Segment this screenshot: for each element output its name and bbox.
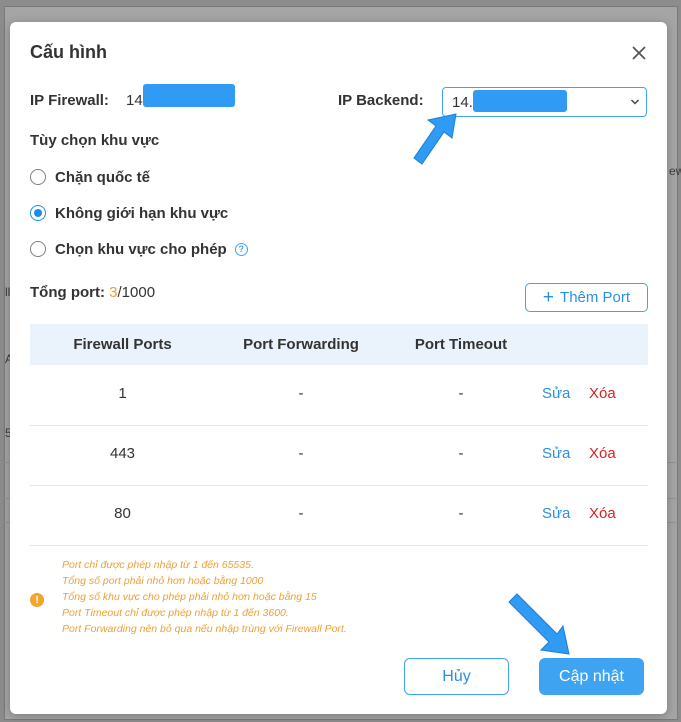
total-port-current: 3 bbox=[109, 284, 118, 301]
edit-link[interactable]: Sửa bbox=[542, 385, 570, 402]
background-text: ew bbox=[669, 164, 681, 178]
delete-link[interactable]: Xóa bbox=[589, 385, 616, 402]
pointer-arrow-icon bbox=[508, 593, 570, 655]
cell-port-forwarding: - bbox=[298, 445, 304, 462]
table-row: 1 - - Sửa Xóa bbox=[30, 365, 648, 426]
ip-backend-value: 14. bbox=[452, 94, 473, 111]
ip-backend-select[interactable]: 14. bbox=[442, 87, 647, 117]
cell-port-timeout: - bbox=[458, 385, 464, 402]
cell-port-forwarding: - bbox=[298, 505, 304, 522]
radio-button[interactable] bbox=[30, 169, 46, 185]
update-button[interactable]: Cập nhật bbox=[539, 658, 644, 695]
modal-title: Cấu hình bbox=[30, 42, 107, 62]
radio-label: Không giới hạn khu vực bbox=[55, 204, 229, 222]
table-row: 443 - - Sửa Xóa bbox=[30, 425, 648, 486]
cell-port-forwarding: - bbox=[298, 385, 304, 402]
cell-port-timeout: - bbox=[458, 445, 464, 462]
radio-label: Chọn khu vực cho phép bbox=[55, 240, 227, 258]
radio-choose-allowed-region[interactable]: Chọn khu vực cho phép ? bbox=[30, 238, 248, 260]
radio-no-region-limit[interactable]: Không giới hạn khu vực bbox=[30, 202, 228, 224]
plus-icon: + bbox=[542, 287, 555, 308]
radio-button[interactable] bbox=[30, 241, 46, 257]
close-icon[interactable] bbox=[628, 42, 650, 64]
radio-button-checked[interactable] bbox=[30, 205, 46, 221]
cell-firewall-port: 80 bbox=[114, 505, 131, 522]
ip-backend-label: IP Backend: bbox=[338, 92, 424, 109]
add-port-label: Thêm Port bbox=[560, 289, 631, 306]
chevron-down-icon bbox=[630, 99, 640, 105]
redacted-ip bbox=[473, 90, 567, 112]
note-line: Tổng số khu vực cho phép phải nhỏ hơn ho… bbox=[62, 591, 317, 603]
help-icon[interactable]: ? bbox=[234, 242, 248, 256]
cancel-button[interactable]: Hủy bbox=[404, 658, 509, 695]
column-header-port-forwarding: Port Forwarding bbox=[243, 336, 359, 353]
edit-link[interactable]: Sửa bbox=[542, 445, 570, 462]
note-line: Port Forwarding nên bỏ qua nếu nhập trùn… bbox=[62, 623, 347, 635]
edit-link[interactable]: Sửa bbox=[542, 505, 570, 522]
pointer-arrow-icon bbox=[413, 113, 457, 165]
region-options-label: Tùy chọn khu vực bbox=[30, 132, 160, 149]
delete-link[interactable]: Xóa bbox=[589, 505, 616, 522]
note-line: Tổng số port phải nhỏ hơn hoặc bằng 1000 bbox=[62, 575, 264, 587]
cell-firewall-port: 1 bbox=[118, 385, 127, 402]
radio-block-international[interactable]: Chặn quốc tế bbox=[30, 166, 150, 188]
radio-label: Chặn quốc tế bbox=[55, 168, 151, 186]
add-port-button[interactable]: + Thêm Port bbox=[525, 283, 648, 312]
column-header-firewall-ports: Firewall Ports bbox=[73, 336, 172, 353]
column-header-port-timeout: Port Timeout bbox=[414, 336, 508, 353]
total-port: Tổng port: 3/1000 bbox=[30, 284, 155, 301]
ports-table-header: Firewall Ports Port Forwarding Port Time… bbox=[30, 324, 648, 365]
ip-firewall-value: 14 bbox=[126, 92, 143, 109]
ip-firewall-label: IP Firewall: bbox=[30, 92, 109, 109]
redacted-ip bbox=[143, 84, 235, 107]
cell-firewall-port: 443 bbox=[109, 445, 136, 462]
note-line: Port Timeout chỉ được phép nhập từ 1 đến… bbox=[62, 607, 289, 619]
cell-port-timeout: - bbox=[458, 505, 464, 522]
warning-icon: ! bbox=[30, 593, 44, 607]
table-row: 80 - - Sửa Xóa bbox=[30, 485, 648, 546]
total-port-max: /1000 bbox=[117, 284, 156, 301]
delete-link[interactable]: Xóa bbox=[589, 445, 616, 462]
total-port-label: Tổng port: bbox=[30, 284, 105, 301]
note-line: Port chỉ được phép nhập từ 1 đến 65535. bbox=[62, 559, 254, 571]
